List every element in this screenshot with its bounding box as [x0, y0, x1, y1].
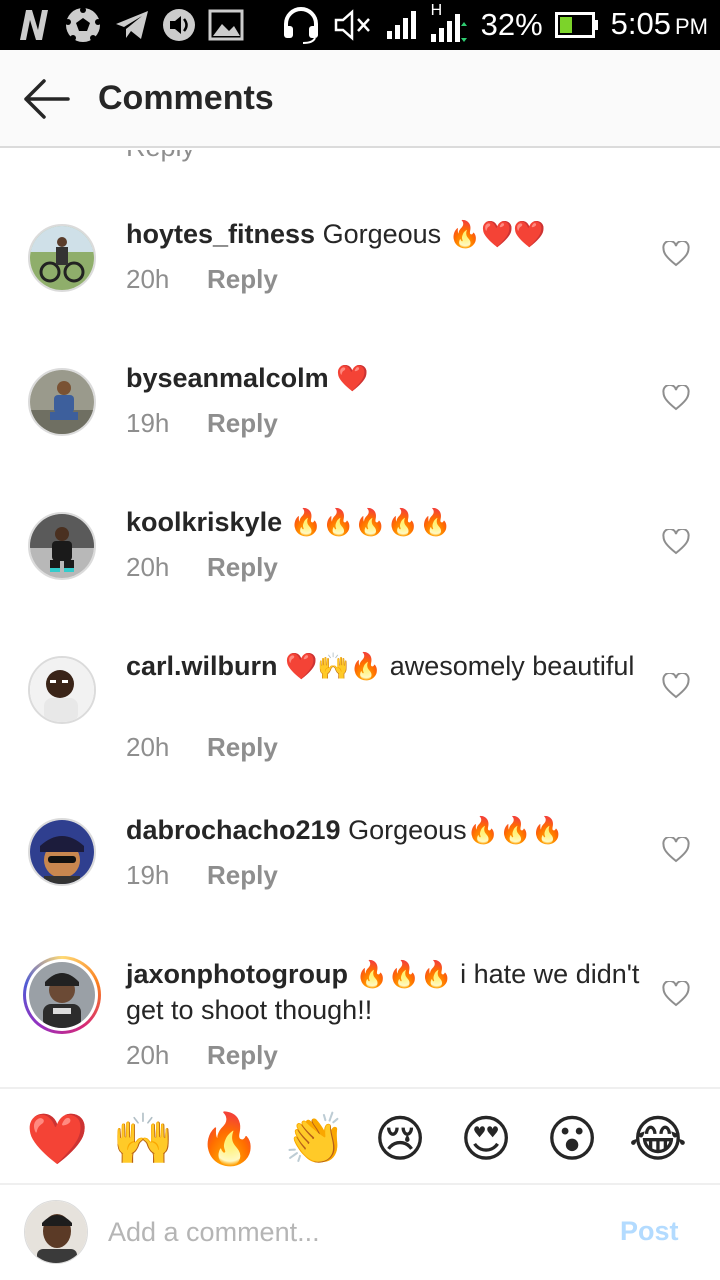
image-icon — [208, 9, 244, 41]
avatar — [29, 962, 95, 1028]
comment-username[interactable]: jaxonphotogroup — [126, 959, 348, 989]
comment-meta: 19h Reply — [126, 857, 278, 893]
comment-input[interactable] — [108, 1210, 588, 1254]
volume-icon — [163, 9, 195, 41]
reply-button[interactable]: Reply — [207, 408, 278, 438]
comment-time: 19h — [126, 860, 170, 890]
avatar[interactable] — [28, 512, 96, 580]
comment-text: Gorgeous — [322, 219, 442, 249]
quick-emoji-bar: ❤️ 🙌 🔥 👏 😢 😍 😮 😂 — [0, 1087, 720, 1185]
comment-time: 20h — [126, 264, 170, 294]
emoji-fire-button[interactable]: 🔥 — [198, 1109, 260, 1169]
comment-username[interactable]: dabrochacho219 — [126, 815, 341, 845]
avatar[interactable] — [28, 818, 96, 886]
avatar[interactable] — [28, 656, 96, 724]
comment-text: awesomely beautiful — [389, 651, 635, 681]
comment-emoji: 🔥🔥🔥 — [466, 815, 564, 845]
comment-body: jaxonphotogroup 🔥🔥🔥 i hate we didn't get… — [126, 956, 646, 1028]
emoji-clap-button[interactable]: 👏 — [284, 1109, 346, 1169]
comment-body: byseanmalcolm ❤️ — [126, 360, 646, 396]
comment-meta: 20h Reply — [126, 549, 278, 585]
story-ring-avatar[interactable] — [23, 956, 101, 1034]
heart-outline-icon[interactable] — [662, 385, 690, 411]
comment-meta: 20h Reply — [126, 1037, 278, 1073]
soccer-ball-icon — [65, 7, 101, 42]
comment-emoji: 🔥❤️❤️ — [448, 219, 546, 249]
comment-text: Gorgeous — [348, 815, 467, 845]
clock-suffix: PM — [675, 13, 708, 39]
comment-time: 20h — [126, 1040, 170, 1070]
reply-button[interactable]: Reply — [207, 732, 278, 762]
emoji-heart-eyes-button[interactable]: 😍 — [456, 1109, 516, 1169]
avatar-inner — [26, 959, 98, 1031]
avatar[interactable] — [28, 368, 96, 436]
comment-meta: 20h Reply — [126, 261, 278, 297]
clock: 5:05 PM — [611, 5, 708, 46]
comment-time: 20h — [126, 552, 170, 582]
post-button[interactable]: Post — [620, 1216, 679, 1247]
status-bar: H 32% 5:05 PM — [0, 0, 720, 50]
comment-body: carl.wilburn ❤️🙌🔥 awesomely beautiful — [126, 648, 646, 684]
signal-icon — [386, 11, 416, 39]
emoji-crying-button[interactable]: 😢 — [370, 1109, 430, 1169]
telegram-icon — [116, 11, 148, 39]
comment-emoji: ❤️🙌🔥 — [285, 651, 383, 681]
back-arrow-icon[interactable] — [18, 74, 76, 124]
comment-body: dabrochacho219 Gorgeous🔥🔥🔥 — [126, 812, 646, 848]
comment-emoji: ❤️ — [336, 363, 369, 393]
avatar[interactable] — [28, 224, 96, 292]
reply-button[interactable]: Reply — [207, 860, 278, 890]
comment-composer: Post — [0, 1186, 720, 1280]
comment-meta: 19h Reply — [126, 405, 278, 441]
comment-username[interactable]: carl.wilburn — [126, 651, 278, 681]
page-title: Comments — [98, 79, 274, 117]
heart-outline-icon[interactable] — [662, 981, 690, 1007]
comment-body: koolkriskyle 🔥🔥🔥🔥🔥 — [126, 504, 646, 540]
comment-username[interactable]: byseanmalcolm — [126, 363, 329, 393]
reply-button[interactable]: Reply — [207, 1040, 278, 1070]
comment-time: 19h — [126, 408, 170, 438]
comment-username[interactable]: koolkriskyle — [126, 507, 282, 537]
my-avatar — [24, 1200, 88, 1264]
comment-body: hoytes_fitness Gorgeous 🔥❤️❤️ — [126, 216, 646, 252]
mute-icon — [334, 9, 370, 41]
reply-button[interactable]: Reply — [207, 264, 278, 294]
cut-off-reply: Reply — [126, 150, 195, 163]
emoji-laughing-button[interactable]: 😂 — [628, 1109, 688, 1169]
comment-username[interactable]: hoytes_fitness — [126, 219, 315, 249]
comment-emoji: 🔥🔥🔥🔥🔥 — [289, 507, 452, 537]
emoji-raised-hands-button[interactable]: 🙌 — [112, 1109, 174, 1169]
h-signal-icon: H — [429, 2, 469, 44]
emoji-heart-button[interactable]: ❤️ — [26, 1109, 88, 1169]
comment-time: 20h — [126, 732, 170, 762]
n-icon — [20, 10, 48, 40]
emoji-surprised-button[interactable]: 😮 — [542, 1109, 602, 1169]
comments-list[interactable]: Reply hoytes_fitness Gorgeous 🔥❤️❤️ 20h R… — [0, 150, 720, 1086]
clock-time: 5:05 — [610, 5, 671, 41]
headset-icon — [283, 7, 318, 44]
heart-outline-icon[interactable] — [662, 241, 690, 267]
heart-outline-icon[interactable] — [662, 837, 690, 863]
heart-outline-icon[interactable] — [662, 673, 690, 699]
comment-meta: 20h Reply — [126, 729, 278, 765]
heart-outline-icon[interactable] — [662, 529, 690, 555]
reply-button[interactable]: Reply — [207, 552, 278, 582]
comment-emoji: 🔥🔥🔥 — [355, 959, 453, 989]
header: Comments — [0, 50, 720, 148]
battery-icon — [554, 12, 598, 38]
battery-percent: 32% — [480, 7, 543, 42]
